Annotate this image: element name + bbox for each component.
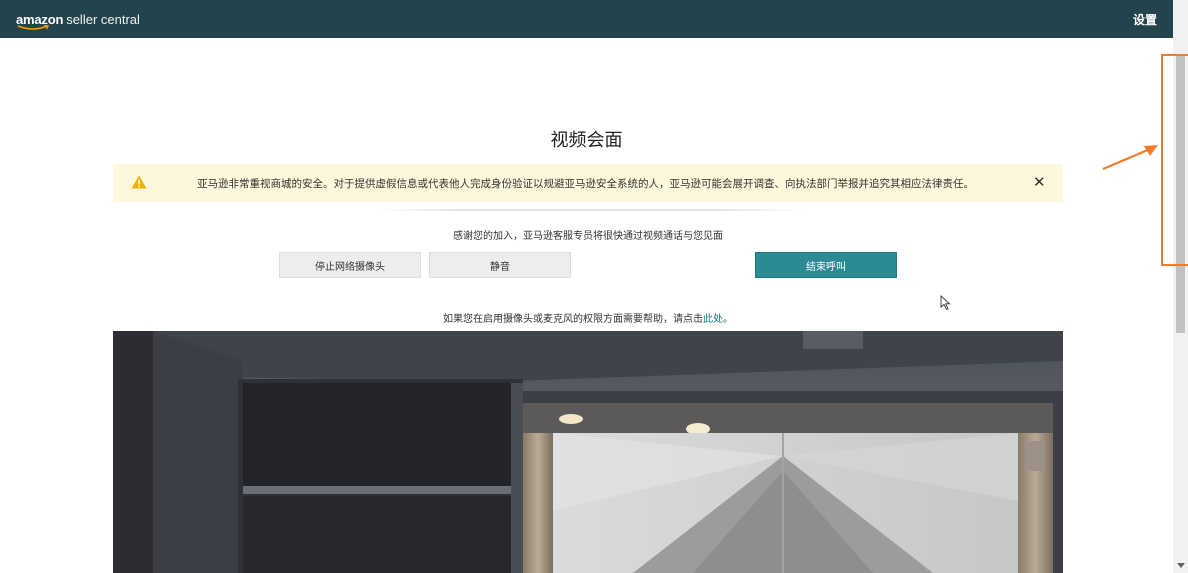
stop-camera-button[interactable]: 停止网络摄像头 (279, 252, 421, 278)
amazon-seller-central-logo[interactable]: amazon seller central (16, 11, 140, 30)
mouse-cursor-icon (940, 295, 951, 311)
camera-image (113, 331, 1063, 573)
help-text-suffix: 。 (723, 314, 733, 325)
logo-product: seller central (66, 11, 140, 27)
permission-help-text: 如果您在启用摄像头或麦克风的权限方面需要帮助，请点击此处。 (0, 310, 1176, 325)
video-feed (113, 331, 1063, 573)
page-title: 视频会面 (550, 130, 623, 151)
settings-link[interactable]: 设置 (1133, 11, 1157, 28)
mute-button[interactable]: 静音 (429, 252, 571, 278)
help-text-prefix: 如果您在启用摄像头或麦克风的权限方面需要帮助，请点击 (443, 314, 703, 325)
alert-message: 亚马逊非常重视商城的安全。对于提供虚假信息或代表他人完成身份验证以规避亚马逊安全… (197, 178, 974, 190)
divider (378, 209, 802, 211)
annotation-highlight-box (1161, 54, 1188, 266)
help-link[interactable]: 此处 (703, 314, 723, 325)
top-nav-bar: amazon seller central 设置 (0, 0, 1173, 38)
smile-icon (17, 24, 50, 30)
end-call-button[interactable]: 结束呼叫 (755, 252, 897, 278)
annotation-arrow-icon (1102, 145, 1158, 171)
scroll-down-icon[interactable] (1177, 563, 1185, 568)
warning-icon (131, 175, 147, 189)
security-warning-alert: 亚马逊非常重视商城的安全。对于提供虚假信息或代表他人完成身份验证以规避亚马逊安全… (113, 164, 1063, 202)
close-icon[interactable]: ✕ (1033, 173, 1046, 191)
waiting-message: 感谢您的加入，亚马逊客服专员将很快通过视频通话与您见面 (453, 231, 723, 242)
